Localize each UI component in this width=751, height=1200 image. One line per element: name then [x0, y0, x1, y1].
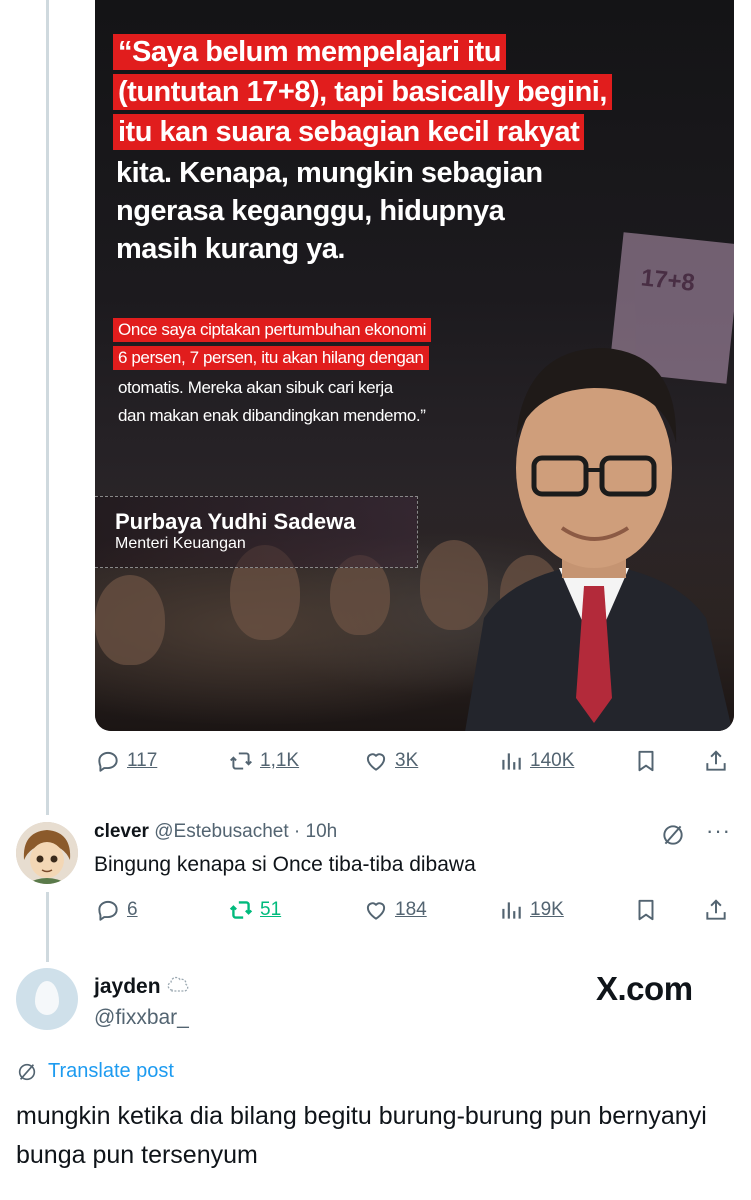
like-button[interactable]: 184 — [363, 897, 427, 923]
repost-count: 51 — [260, 899, 282, 920]
sub-quote-line: Once saya ciptakan pertumbuhan ekonomi — [113, 318, 431, 342]
heart-icon — [366, 902, 386, 920]
bookmark-icon — [638, 899, 654, 921]
views-icon — [502, 753, 521, 770]
translate-post-link[interactable]: Translate post — [16, 1060, 174, 1083]
views-count: 19K — [530, 899, 564, 920]
speaker-title: Menteri Keuangan — [115, 535, 246, 552]
quote-line: (tuntutan 17+8), tapi basically begini, — [113, 74, 612, 110]
bookmark-icon — [638, 750, 654, 772]
quote-line: masih kurang ya. — [116, 233, 345, 265]
protest-sign-text: 17+8 — [639, 264, 697, 297]
more-options-button[interactable]: ··· — [706, 818, 731, 844]
avatar[interactable] — [16, 968, 78, 1030]
reply-handle-time[interactable]: @Estebusachet · 10h — [154, 821, 337, 842]
quote-block: “Saya belum mempelajari itu (tuntutan 17… — [113, 34, 612, 268]
reply-icon — [98, 900, 118, 921]
thought-bubble-icon — [167, 976, 189, 992]
quote-line: “Saya belum mempelajari itu — [113, 34, 506, 70]
repost-count: 1,1K — [260, 750, 300, 771]
thread-line-top — [46, 0, 49, 815]
crowd-figure — [95, 575, 165, 665]
reply-count: 6 — [127, 899, 138, 920]
post-action-bar: 117 1,1K 3K 140K — [95, 748, 735, 778]
sub-quote-line: dan makan enak dibandingkan mendemo.” — [118, 406, 426, 425]
speaker-caption: Purbaya Yudhi Sadewa Menteri Keuangan — [95, 496, 418, 568]
share-icon — [706, 750, 726, 771]
reply-button[interactable]: 6 — [95, 897, 138, 923]
views-count: 140K — [530, 750, 575, 771]
grok-icon[interactable] — [660, 822, 686, 853]
like-count: 184 — [395, 899, 427, 920]
views-button[interactable]: 140K — [498, 748, 574, 774]
bookmark-button[interactable] — [633, 897, 659, 928]
share-button[interactable] — [703, 897, 729, 928]
sub-quote-line: 6 persen, 7 persen, itu akan hilang deng… — [113, 346, 429, 370]
share-button[interactable] — [703, 748, 729, 779]
post-author-name-text: jayden — [94, 975, 161, 998]
translate-icon — [18, 1063, 36, 1080]
speaker-portrait — [465, 348, 733, 731]
reply-button[interactable]: 117 — [95, 748, 157, 774]
translate-post-label: Translate post — [48, 1060, 174, 1082]
speaker-name: Purbaya Yudhi Sadewa — [115, 509, 356, 534]
share-icon — [706, 899, 726, 920]
repost-button[interactable]: 51 — [228, 897, 281, 923]
thread-line-reply — [46, 892, 49, 962]
avatar[interactable] — [16, 822, 78, 884]
repost-icon — [230, 752, 252, 770]
post-text: mungkin ketika dia bilang begitu burung-… — [16, 1102, 707, 1169]
views-button[interactable]: 19K — [498, 897, 564, 923]
x-watermark: X.com — [596, 970, 693, 1007]
quote-line: kita. Kenapa, mungkin sebagian — [116, 157, 543, 189]
reply-action-bar: 6 51 184 19K — [95, 897, 735, 927]
reply-header: clever @Estebusachet · 10h — [94, 821, 337, 843]
slash-circle-icon — [663, 825, 683, 845]
heart-icon — [366, 753, 386, 771]
reply-display-name[interactable]: clever — [94, 821, 149, 842]
bookmark-button[interactable] — [633, 748, 659, 779]
post-media-image[interactable]: 17+8 “Saya belum mempelajari itu (tuntut… — [95, 0, 734, 731]
views-icon — [502, 902, 521, 919]
quote-line: ngerasa keganggu, hidupnya — [116, 195, 505, 227]
like-button[interactable]: 3K — [363, 748, 418, 774]
quote-line: itu kan suara sebagian kecil rakyat — [113, 114, 585, 150]
avatar-illustration — [16, 822, 78, 884]
reply-text: Bingung kenapa si Once tiba-tiba dibawa — [94, 853, 476, 876]
post-author-handle[interactable]: @fixxbar_ — [94, 1006, 189, 1030]
sub-quote-block: Once saya ciptakan pertumbuhan ekonomi 6… — [113, 318, 431, 430]
repost-icon — [229, 901, 253, 919]
reply-icon — [98, 751, 118, 772]
repost-button[interactable]: 1,1K — [228, 748, 299, 774]
reply-count: 117 — [127, 750, 158, 771]
sub-quote-line: otomatis. Mereka akan sibuk cari kerja — [118, 378, 393, 397]
default-egg-icon — [35, 981, 59, 1015]
like-count: 3K — [395, 750, 419, 771]
post-author-name[interactable]: jayden — [94, 975, 190, 999]
